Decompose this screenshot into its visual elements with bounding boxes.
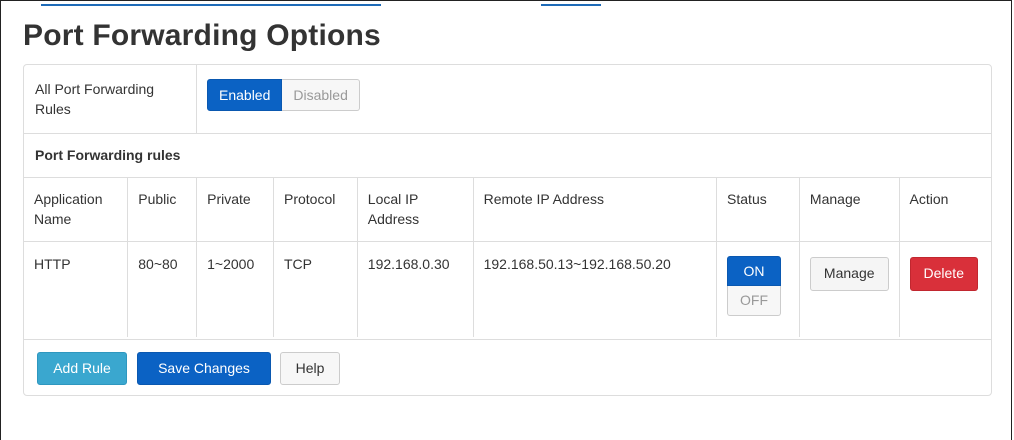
header-action: Action — [898, 177, 991, 242]
manage-button[interactable]: Manage — [809, 256, 889, 291]
panel-footer: Add Rule Save Changes Help — [24, 339, 991, 397]
add-rule-button[interactable]: Add Rule — [37, 352, 127, 385]
cell-protocol: TCP — [272, 241, 358, 337]
rules-section-header: Port Forwarding rules — [24, 133, 991, 178]
cell-manage: Manage — [798, 241, 900, 337]
window-frame: Port Forwarding Options All Port Forward… — [0, 0, 1012, 440]
page-title: Port Forwarding Options — [23, 19, 381, 52]
header-application-name: Application Name — [24, 177, 128, 242]
cell-remote-ip: 192.168.50.13~192.168.50.20 — [472, 241, 717, 337]
cropped-underline — [41, 1, 381, 6]
cell-action: Delete — [898, 241, 991, 337]
cell-app-name: HTTP — [34, 255, 71, 272]
port-forwarding-panel: All Port Forwarding Rules Enabled Disabl… — [23, 64, 992, 396]
status-off-button[interactable]: OFF — [727, 285, 782, 316]
divider — [196, 65, 197, 133]
enabled-button[interactable]: Enabled — [207, 79, 283, 111]
table-row: HTTP 80~80 1~2000 TCP 192.168.0.30 192.1… — [24, 241, 991, 337]
cropped-underline — [541, 1, 601, 6]
cell-private: 1~2000 — [196, 241, 274, 337]
global-toggle-row: All Port Forwarding Rules Enabled Disabl… — [24, 65, 991, 134]
help-button[interactable]: Help — [280, 352, 340, 385]
header-private: Private — [196, 177, 274, 242]
rules-table: Application Name Public Private Protocol… — [24, 177, 991, 337]
status-toggle: ON OFF — [727, 255, 782, 316]
top-cropped-header — [1, 1, 1011, 6]
header-status: Status — [716, 177, 800, 242]
delete-button[interactable]: Delete — [909, 256, 978, 291]
header-remote-ip: Remote IP Address — [472, 177, 717, 242]
status-on-button[interactable]: ON — [727, 255, 782, 286]
header-local-ip: Local IP Address — [356, 177, 474, 242]
enabled-disabled-toggle: Enabled Disabled — [207, 79, 360, 111]
header-protocol: Protocol — [272, 177, 358, 242]
cell-status: ON OFF — [716, 241, 800, 337]
cell-local-ip: 192.168.0.30 — [356, 241, 474, 337]
save-changes-button[interactable]: Save Changes — [137, 352, 271, 385]
rules-section-title: Port Forwarding rules — [35, 147, 181, 163]
cell-public: 80~80 — [127, 241, 197, 337]
global-toggle-label: All Port Forwarding Rules — [35, 81, 155, 117]
header-public: Public — [127, 177, 197, 242]
table-header-row: Application Name Public Private Protocol… — [24, 177, 991, 242]
header-manage: Manage — [798, 177, 900, 242]
disabled-button[interactable]: Disabled — [282, 79, 360, 111]
